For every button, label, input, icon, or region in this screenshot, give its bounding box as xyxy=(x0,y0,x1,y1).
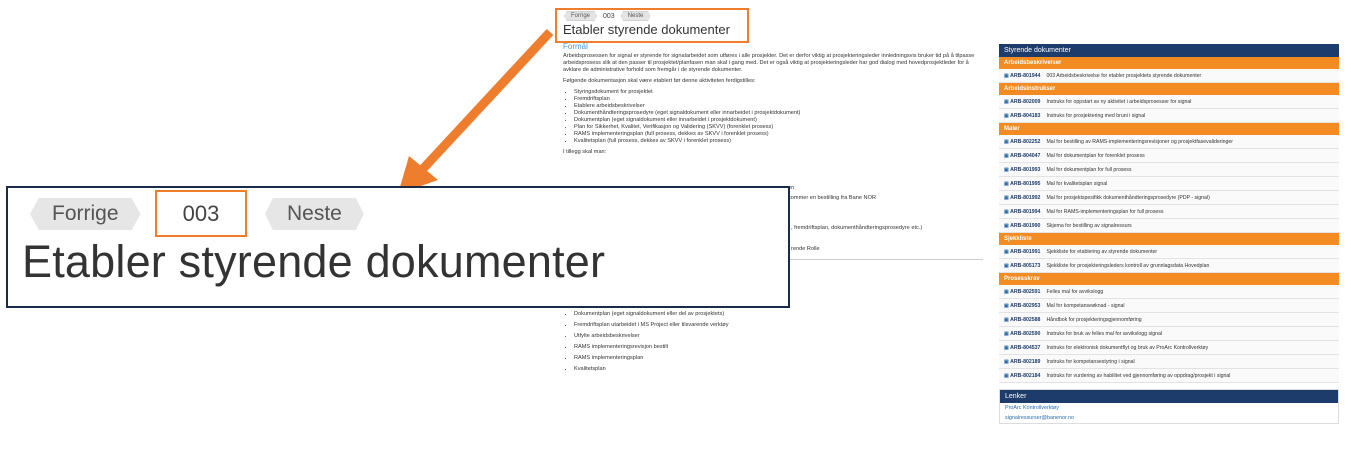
zoom-page-title: Etabler styrende dokumenter xyxy=(22,236,606,287)
zoom-callout: Forrige 003 Neste Etabler styrende dokum… xyxy=(6,186,790,308)
zoom-process-number: 003 xyxy=(155,190,247,237)
zoom-prev-button[interactable]: Forrige xyxy=(30,198,141,230)
zoom-next-button[interactable]: Neste xyxy=(265,198,364,230)
